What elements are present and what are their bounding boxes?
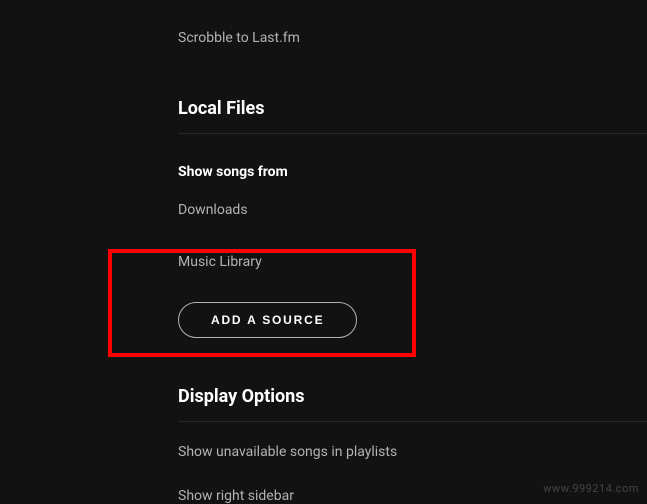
source-music-library[interactable]: Music Library [178, 254, 647, 270]
local-files-heading: Local Files [178, 98, 647, 119]
scrobble-lastfm-setting[interactable]: Scrobble to Last.fm [178, 30, 647, 46]
add-source-button[interactable]: ADD A SOURCE [178, 302, 357, 338]
watermark-text: www.999214.com [543, 482, 639, 495]
show-songs-from-label: Show songs from [178, 164, 647, 180]
local-files-section: Local Files Show songs from Downloads Mu… [178, 98, 647, 338]
show-unavailable-songs-setting[interactable]: Show unavailable songs in playlists [178, 444, 647, 460]
source-downloads[interactable]: Downloads [178, 202, 647, 218]
section-divider [178, 133, 647, 134]
section-divider [178, 421, 647, 422]
settings-content: Scrobble to Last.fm Local Files Show son… [0, 0, 647, 504]
display-options-heading: Display Options [178, 386, 647, 407]
